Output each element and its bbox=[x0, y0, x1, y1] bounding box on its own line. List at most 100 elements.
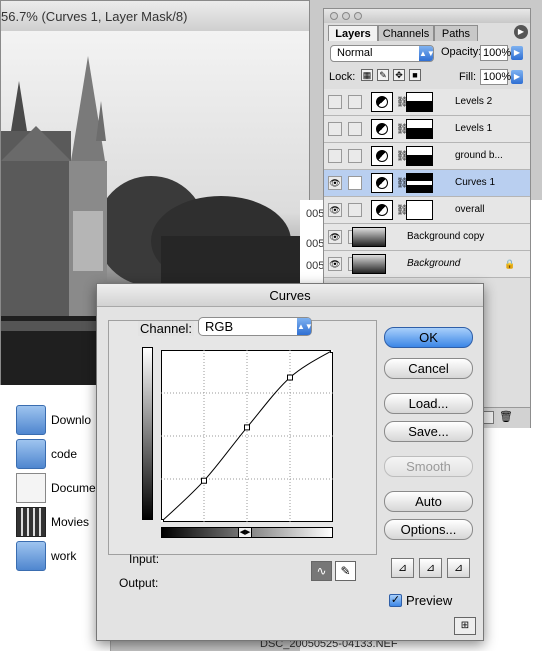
link-toggle[interactable] bbox=[348, 122, 362, 136]
adjustment-thumbnail bbox=[371, 119, 393, 139]
folder-icon bbox=[16, 439, 46, 469]
file-row[interactable]: 005 bbox=[306, 238, 324, 250]
smooth-button: Smooth bbox=[384, 456, 473, 477]
options-button[interactable]: Options... bbox=[384, 519, 473, 540]
resize-grid-icon[interactable]: ⊞ bbox=[454, 617, 476, 635]
curve-graph[interactable] bbox=[161, 350, 333, 522]
mask-thumbnail bbox=[406, 200, 433, 220]
layer-name: overall bbox=[455, 204, 485, 215]
gradient-toggle-icon[interactable]: ◀▶ bbox=[238, 527, 252, 538]
movie-icon bbox=[16, 507, 46, 537]
file-row[interactable]: 005 bbox=[306, 260, 324, 272]
auto-button[interactable]: Auto bbox=[384, 491, 473, 512]
mask-thumbnail bbox=[406, 119, 433, 139]
layer-row[interactable]: ⛓ Levels 1 bbox=[324, 116, 530, 143]
dialog-titlebar[interactable]: Curves bbox=[97, 284, 483, 307]
curve-point[interactable] bbox=[161, 519, 164, 523]
save-button[interactable]: Save... bbox=[384, 421, 473, 442]
layer-name: Curves 1 bbox=[455, 177, 496, 188]
output-label: Output: bbox=[119, 576, 159, 590]
link-toggle[interactable] bbox=[348, 149, 362, 163]
adjustment-thumbnail bbox=[371, 200, 393, 220]
mask-edit-icon[interactable] bbox=[348, 176, 362, 190]
gray-eyedropper-icon[interactable]: ⊿ bbox=[419, 558, 442, 578]
visibility-toggle[interactable] bbox=[328, 149, 342, 163]
mask-thumbnail bbox=[406, 146, 433, 166]
black-eyedropper-icon[interactable]: ⊿ bbox=[391, 558, 414, 578]
curve-mode-icon[interactable]: ∿ bbox=[311, 561, 332, 581]
adjustment-thumbnail bbox=[371, 146, 393, 166]
chevron-updown-icon: ▲▼ bbox=[297, 318, 313, 335]
document-title: 56.7% (Curves 1, Layer Mask/8) bbox=[1, 9, 188, 24]
layer-name: Background bbox=[407, 258, 461, 269]
layer-name: ground b... bbox=[455, 150, 503, 161]
layer-row[interactable]: 👁 Background copy bbox=[324, 224, 530, 251]
cancel-button[interactable]: Cancel bbox=[384, 358, 473, 379]
adjustment-thumbnail bbox=[371, 173, 393, 193]
fill-input[interactable]: 100% bbox=[480, 69, 511, 85]
pencil-mode-icon[interactable]: ✎ bbox=[335, 561, 356, 581]
load-button[interactable]: Load... bbox=[384, 393, 473, 414]
folder-icon bbox=[16, 541, 46, 571]
curve-point[interactable] bbox=[201, 477, 207, 484]
layer-thumbnail bbox=[352, 227, 386, 247]
tab-channels[interactable]: Channels bbox=[378, 25, 434, 41]
blend-mode-select[interactable]: Normal ▲▼ bbox=[330, 45, 435, 62]
zoom-dot-icon[interactable] bbox=[354, 12, 362, 20]
palette-menu-icon[interactable]: ▶ bbox=[514, 25, 528, 39]
finder-sidebar: Downlo code Docume Movies work bbox=[0, 385, 111, 651]
folder-icon bbox=[16, 405, 46, 435]
file-label: code bbox=[51, 447, 78, 461]
curves-dialog: Curves Channel: RGB ▲▼ ◀▶ Input: Output:… bbox=[96, 283, 484, 641]
link-toggle[interactable] bbox=[348, 95, 362, 109]
visibility-toggle[interactable] bbox=[328, 122, 342, 136]
mask-thumbnail bbox=[406, 173, 433, 193]
preview-checkbox[interactable]: ✓ bbox=[389, 594, 402, 607]
layer-name: Levels 1 bbox=[455, 123, 493, 134]
input-label: Input: bbox=[129, 552, 160, 566]
minimize-dot-icon[interactable] bbox=[342, 12, 350, 20]
layer-name: Background copy bbox=[407, 231, 485, 242]
close-dot-icon[interactable] bbox=[330, 12, 338, 20]
mask-thumbnail bbox=[406, 92, 433, 112]
channel-value: RGB bbox=[205, 319, 234, 334]
opacity-label: Opacity: bbox=[441, 46, 482, 58]
tab-paths[interactable]: Paths bbox=[434, 25, 478, 41]
file-label: work bbox=[51, 549, 77, 563]
curve-point[interactable] bbox=[330, 350, 334, 353]
eye-icon[interactable]: 👁 bbox=[328, 257, 342, 271]
output-gradient-bar bbox=[142, 347, 153, 520]
palette-titlebar[interactable] bbox=[324, 9, 530, 23]
eye-icon[interactable]: 👁 bbox=[328, 203, 342, 217]
layer-row-selected[interactable]: 👁 ⛓ Curves 1 bbox=[324, 170, 530, 197]
lock-position-icon[interactable]: ✥ bbox=[393, 69, 405, 81]
file-label: Movies bbox=[51, 515, 90, 529]
file-row[interactable]: 005 bbox=[306, 208, 324, 220]
curve-point[interactable] bbox=[287, 374, 293, 381]
fill-label: Fill: bbox=[459, 71, 477, 83]
tab-layers[interactable]: Layers bbox=[328, 25, 378, 41]
fill-slider-icon[interactable]: ▶ bbox=[511, 70, 523, 84]
link-toggle[interactable] bbox=[348, 203, 362, 217]
lock-pixels-icon[interactable]: ✎ bbox=[377, 69, 389, 81]
file-label: Docume bbox=[51, 481, 96, 495]
curve-point[interactable] bbox=[244, 424, 250, 431]
layer-row[interactable]: 👁 Background 🔒 bbox=[324, 251, 530, 278]
dialog-title: Curves bbox=[269, 288, 311, 303]
lock-transparency-icon[interactable]: ▦ bbox=[361, 69, 373, 81]
document-titlebar[interactable]: 56.7% (Curves 1, Layer Mask/8) bbox=[1, 1, 309, 32]
opacity-slider-icon[interactable]: ▶ bbox=[511, 46, 523, 60]
layer-row[interactable]: 👁 ⛓ overall bbox=[324, 197, 530, 224]
layer-row[interactable]: ⛓ ground b... bbox=[324, 143, 530, 170]
white-eyedropper-icon[interactable]: ⊿ bbox=[447, 558, 470, 578]
lock-all-icon[interactable]: ■ bbox=[409, 69, 421, 81]
visibility-toggle[interactable] bbox=[328, 95, 342, 109]
ok-button[interactable]: OK bbox=[384, 327, 473, 348]
eye-icon[interactable]: 👁 bbox=[328, 176, 342, 190]
opacity-input[interactable]: 100% bbox=[480, 45, 511, 61]
lock-icon: 🔒 bbox=[504, 259, 516, 269]
trash-icon[interactable]: 🗑 bbox=[499, 410, 513, 423]
eye-icon[interactable]: 👁 bbox=[328, 230, 342, 244]
layer-row[interactable]: ⛓ Levels 2 bbox=[324, 89, 530, 116]
channel-select[interactable]: RGB ▲▼ bbox=[198, 317, 313, 336]
